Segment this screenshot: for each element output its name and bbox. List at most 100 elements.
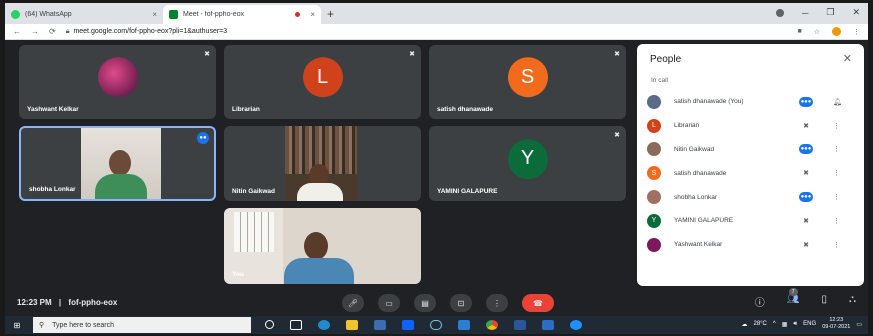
- menu-icon[interactable]: ⋮: [853, 28, 860, 36]
- person-body: [297, 183, 343, 201]
- back-icon[interactable]: ←: [13, 27, 21, 36]
- captions-icon: ▤: [421, 298, 429, 308]
- chevron-up-icon[interactable]: ^: [773, 321, 776, 327]
- tile-librarian[interactable]: L ✖ Librarian: [224, 45, 421, 119]
- participant-name: shobha Lonkar: [674, 193, 718, 201]
- language-indicator[interactable]: ENG: [803, 321, 816, 327]
- recording-dot-icon: [295, 12, 301, 17]
- dropbox-icon[interactable]: [402, 320, 414, 330]
- powerpoint-icon[interactable]: [514, 320, 526, 330]
- tab-whatsapp[interactable]: (64) WhatsApp ×: [5, 5, 163, 24]
- close-tab-icon[interactable]: ×: [310, 10, 315, 19]
- edge-icon[interactable]: [318, 320, 330, 330]
- pin-icon[interactable]: 🔔︎: [833, 98, 842, 106]
- close-window-icon[interactable]: ✕: [852, 7, 860, 18]
- whatsapp-icon: [11, 10, 20, 19]
- tile-satish-dhanawade[interactable]: S ✖ satish dhanawade: [429, 45, 626, 119]
- camera-icon[interactable]: ■: [797, 28, 801, 35]
- window: [234, 212, 274, 252]
- mic-button[interactable]: 🎤︎: [342, 294, 364, 312]
- tile-nitin-gaikwad[interactable]: Nitin Gaikwad: [224, 126, 421, 201]
- taskbar-search-box[interactable]: ⚲ Type here to search: [33, 317, 251, 333]
- more-options-icon[interactable]: ⋮: [833, 193, 840, 201]
- windows-start-icon[interactable]: ⊞: [9, 321, 25, 330]
- tile-name: YAMINI GALAPURE: [437, 188, 498, 195]
- file-explorer-icon[interactable]: [346, 320, 358, 330]
- activities-icon[interactable]: ⛬: [849, 294, 856, 309]
- tile-yamini-galapure[interactable]: Y ✖ YAMINI GALAPURE: [429, 126, 626, 201]
- avatar: L: [302, 57, 343, 98]
- more-options-icon[interactable]: ⋮: [833, 122, 840, 130]
- star-icon[interactable]: ☆: [814, 28, 820, 36]
- panel-title: People: [650, 54, 682, 65]
- browser-icon[interactable]: [570, 320, 582, 330]
- participant-row[interactable]: Nitin Gaikwad ●●● ⋮: [647, 138, 857, 162]
- video-feed: [81, 128, 161, 199]
- restore-icon[interactable]: ❐: [826, 7, 834, 18]
- forward-icon[interactable]: →: [31, 27, 39, 36]
- close-panel-icon[interactable]: ✕: [843, 52, 852, 65]
- participant-row[interactable]: L Librarian ✖ ⋮: [647, 114, 857, 138]
- participant-row[interactable]: satish dhanawade (You) ●●● 🔔︎: [647, 90, 857, 114]
- mic-icon: 🎤︎: [347, 298, 359, 308]
- info-icon[interactable]: ⓘ: [755, 294, 765, 309]
- new-tab-button[interactable]: +: [327, 7, 334, 21]
- network-icon[interactable]: ▦: [782, 321, 788, 328]
- participant-name: Librarian: [674, 122, 700, 130]
- tile-name: Librarian: [232, 106, 260, 113]
- word-icon[interactable]: [542, 320, 554, 330]
- search-placeholder: Type here to search: [52, 321, 115, 329]
- search-icon: ⚲: [39, 322, 45, 329]
- tile-yashwant-kelkar[interactable]: ✖ Yashwant Kelkar: [19, 45, 216, 119]
- tab-title: (64) WhatsApp: [25, 11, 72, 18]
- avatar: [97, 57, 138, 98]
- mic-off-icon: ✖: [803, 217, 809, 225]
- task-view-icon[interactable]: [290, 320, 302, 330]
- more-options-icon[interactable]: ⋮: [833, 241, 840, 249]
- participant-row[interactable]: shobha Lonkar ●●● ⋮: [647, 185, 857, 209]
- in-call-heading: In call: [651, 77, 668, 84]
- participant-avatar: [647, 94, 661, 109]
- reload-icon[interactable]: ⟳: [49, 27, 56, 36]
- separator: |: [58, 298, 62, 307]
- meeting-code: fof-ppho-eox: [68, 298, 118, 307]
- more-options-icon[interactable]: ⋮: [833, 217, 840, 225]
- people-icon[interactable]: 👥︎ 7: [787, 288, 799, 309]
- more-options-icon[interactable]: ⋮: [833, 145, 840, 153]
- more-options-button[interactable]: ⋮: [486, 294, 508, 312]
- url-field[interactable]: meet.google.com/fof-ppho-eox?pli=1&authu…: [73, 28, 227, 35]
- participant-row[interactable]: Yashwant Kelkar ✖ ⋮: [647, 233, 857, 257]
- participant-avatar: [647, 237, 661, 252]
- minimize-icon[interactable]: ─: [802, 8, 808, 18]
- cortana-icon[interactable]: [265, 320, 274, 329]
- mail-icon[interactable]: [458, 320, 470, 330]
- record-indicator-icon: [775, 8, 784, 17]
- captions-button[interactable]: ▤: [414, 294, 436, 312]
- store-icon[interactable]: [374, 320, 386, 330]
- speaking-indicator-icon: ●●: [197, 132, 209, 144]
- glasses-app-icon[interactable]: [430, 320, 442, 330]
- camera-button[interactable]: ▭: [378, 294, 400, 312]
- chrome-icon[interactable]: [486, 320, 498, 330]
- window-controls: ─ ❐ ✕: [775, 7, 860, 18]
- tab-meet[interactable]: Meet - fof-ppho-eox ×: [163, 5, 321, 24]
- close-tab-icon[interactable]: ×: [152, 10, 157, 19]
- mic-off-icon: ✖: [614, 132, 620, 139]
- tile-name: Yashwant Kelkar: [27, 106, 79, 113]
- profile-icon[interactable]: [832, 27, 841, 36]
- participant-row[interactable]: Y YAMINI GALAPURE ✖ ⋮: [647, 209, 857, 233]
- participant-row[interactable]: S satish dhanawade ✖ ⋮: [647, 161, 857, 185]
- volume-icon[interactable]: 🔊︎: [793, 321, 797, 328]
- more-options-icon[interactable]: ⋮: [833, 169, 840, 177]
- meeting-details: 12:23 PM | fof-ppho-eox: [17, 298, 117, 307]
- tile-shobha-lonkar[interactable]: ●● shobha Lonkar: [19, 126, 216, 201]
- notification-icon[interactable]: ▭: [856, 321, 862, 328]
- chat-icon[interactable]: ▯: [821, 294, 827, 309]
- taskbar-clock[interactable]: 12:23 09-07-2021: [822, 317, 850, 331]
- participant-name: satish dhanawade: [674, 169, 727, 177]
- end-call-button[interactable]: ☎︎: [522, 294, 554, 312]
- tile-you[interactable]: You: [224, 208, 421, 284]
- tile-name: shobha Lonkar: [29, 186, 76, 193]
- present-button[interactable]: ⊡: [450, 294, 472, 312]
- clock-date: 09-07-2021: [822, 324, 851, 330]
